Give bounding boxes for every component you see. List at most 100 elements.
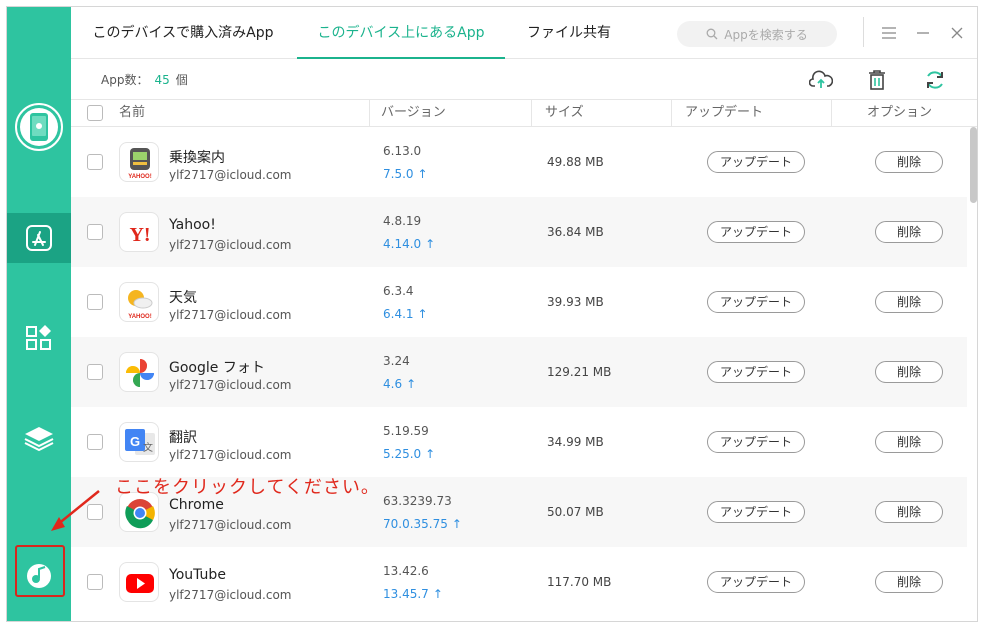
arrow-up-icon: ↑ [425,447,436,461]
new-version: 4.14.0 ↑ [383,237,435,251]
update-button[interactable]: アップデート [707,221,805,243]
table-row[interactable]: YAHOO! 天気 ylf2717@icloud.com 6.3.4 6.4.1… [71,267,967,337]
tab-purchased[interactable]: このデバイスで購入済みApp [85,7,281,59]
delete-button[interactable]: 削除 [875,151,943,173]
minimize-button[interactable] [911,21,935,45]
row-checkbox[interactable] [87,154,103,170]
iphone-icon [30,113,48,141]
cloud-upload-icon [809,70,833,88]
update-button[interactable]: アップデート [707,151,805,173]
delete-button[interactable]: 削除 [875,221,943,243]
app-name: 乗換案内 [169,150,225,166]
row-checkbox[interactable] [87,364,103,380]
search-input[interactable]: Appを検索する [677,21,837,47]
new-version: 7.5.0 ↑ [383,167,428,181]
new-version: 13.45.7 ↑ [383,587,443,601]
app-store-icon [26,225,52,251]
new-version: 70.0.35.75 ↑ [383,517,462,531]
refresh-button[interactable] [921,67,949,93]
select-all-checkbox[interactable] [87,105,103,121]
col-divider [369,100,370,126]
update-button[interactable]: アップデート [707,291,805,313]
menu-icon [882,27,896,39]
table-row[interactable]: YouTube ylf2717@icloud.com 13.42.6 13.45… [71,547,967,617]
app-name: 翻訳 [169,430,197,446]
yahoo-small-label: YAHOO! [128,314,151,320]
layers-icon [24,427,54,452]
delete-selected-button[interactable] [863,67,891,93]
scrollbar-thumb[interactable] [970,127,977,203]
upload-to-cloud-button[interactable] [807,67,835,93]
google-photos-icon [119,352,159,392]
tab-file-share[interactable]: ファイル共有 [517,7,621,59]
table-row[interactable]: G 文 翻訳 ylf2717@icloud.com 5.19.59 5.25.0… [71,407,967,477]
table-row[interactable]: Y! Yahoo! ylf2717@icloud.com 4.8.19 4.14… [71,197,967,267]
close-button[interactable] [945,21,969,45]
new-version-text: 70.0.35.75 [383,517,448,531]
arrow-up-icon: ↑ [451,517,462,531]
current-version: 4.8.19 [383,214,422,228]
update-button[interactable]: アップデート [707,571,805,593]
row-checkbox[interactable] [87,574,103,590]
new-version-text: 4.14.0 [383,237,422,251]
col-size: サイズ [545,105,584,120]
refresh-icon [927,71,943,89]
weather-icon: YAHOO! [119,282,159,322]
new-version-text: 7.5.0 [383,167,414,181]
app-window: このデバイスで購入済みApp このデバイス上にあるApp ファイル共有 Appを… [6,6,978,622]
sidebar-item-app-manager[interactable] [7,213,71,263]
update-button[interactable]: アップデート [707,431,805,453]
row-checkbox[interactable] [87,294,103,310]
col-name: 名前 [119,105,146,120]
app-size: 34.99 MB [547,435,604,449]
app-count-unit: 個 [175,73,188,87]
highlight-box [15,545,65,597]
delete-button[interactable]: 削除 [875,431,943,453]
sidebar-item-backup[interactable] [7,413,71,463]
sidebar-item-categories[interactable] [7,313,71,363]
youtube-icon [119,562,159,602]
new-version-text: 4.6 [383,377,403,391]
update-button[interactable]: アップデート [707,361,805,383]
search-icon [706,28,718,40]
new-version-text: 5.25.0 [383,447,422,461]
tab-on-device[interactable]: このデバイス上にあるApp [297,7,505,59]
app-count-label: App数： [101,73,149,87]
col-option: オプション [867,105,933,120]
menu-button[interactable] [877,21,901,45]
arrow-up-icon: ↑ [432,587,443,601]
svg-text:G: G [130,434,140,449]
col-divider [831,100,832,126]
update-button[interactable]: アップデート [707,501,805,523]
app-account: ylf2717@icloud.com [169,308,292,322]
delete-button[interactable]: 削除 [875,361,943,383]
col-divider [531,100,532,126]
yahoo-small-label: YAHOO! [128,174,151,180]
app-account: ylf2717@icloud.com [169,588,292,602]
row-checkbox[interactable] [87,434,103,450]
arrow-up-icon: ↑ [417,307,428,321]
app-table: YAHOO! 乗換案内 ylf2717@icloud.com 6.13.0 7.… [71,127,967,621]
new-version-text: 6.4.1 [383,307,414,321]
arrow-annotation-icon [51,490,100,531]
annotation-text: ここをクリックしてください。 [115,477,380,498]
new-version: 6.4.1 ↑ [383,307,428,321]
delete-button[interactable]: 削除 [875,501,943,523]
app-name: 天気 [169,290,197,306]
app-name: Google フォト [169,360,265,376]
svg-text:文: 文 [143,441,153,454]
col-divider [671,100,672,126]
device-avatar[interactable] [15,103,63,151]
app-name: Yahoo! [169,217,216,233]
google-translate-icon: G 文 [119,422,159,462]
delete-button[interactable]: 削除 [875,571,943,593]
app-account: ylf2717@icloud.com [169,518,292,532]
row-checkbox[interactable] [87,224,103,240]
app-size: 39.93 MB [547,295,604,309]
new-version-text: 13.45.7 [383,587,429,601]
close-icon [951,27,963,39]
delete-button[interactable]: 削除 [875,291,943,313]
current-version: 5.19.59 [383,424,429,438]
table-row[interactable]: YAHOO! 乗換案内 ylf2717@icloud.com 6.13.0 7.… [71,127,967,197]
table-row[interactable]: Google フォト ylf2717@icloud.com 3.24 4.6 ↑ … [71,337,967,407]
